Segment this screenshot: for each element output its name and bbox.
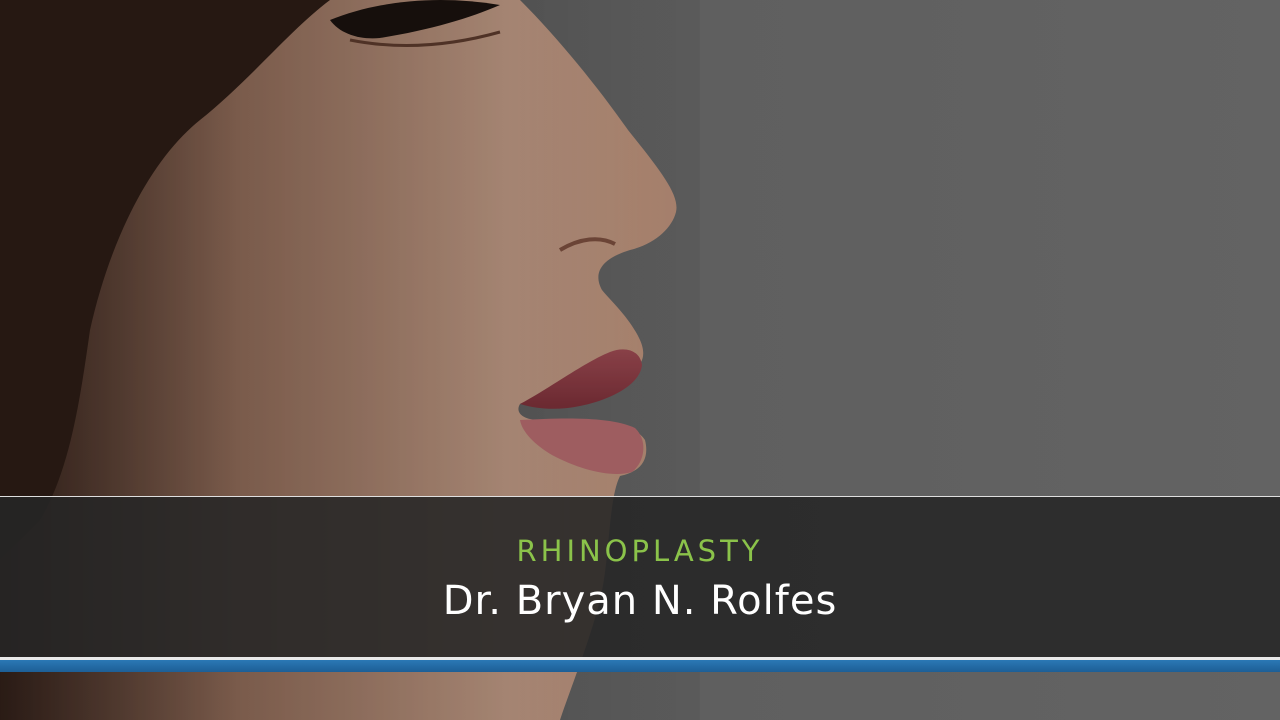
accent-stripe [0,660,1280,672]
doctor-name: Dr. Bryan N. Rolfes [442,578,838,624]
procedure-label: RHINOPLASTY [516,534,764,568]
video-frame: RHINOPLASTY Dr. Bryan N. Rolfes [0,0,1280,720]
